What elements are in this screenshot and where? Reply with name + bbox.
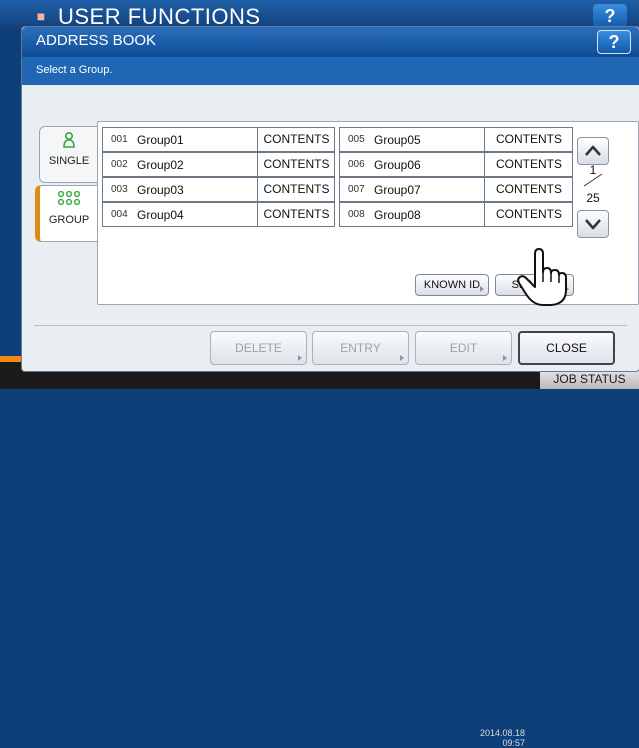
known-id-button[interactable]: KNOWN ID (415, 274, 489, 296)
dialog-help-button[interactable]: ? (597, 30, 631, 54)
arrow-right-icon (298, 355, 302, 361)
page-total: 25 (586, 191, 600, 205)
dialog-title: ADDRESS BOOK (36, 32, 157, 49)
user-functions-icon: ■ (36, 8, 46, 24)
instruction-text: Select a Group. (36, 64, 113, 76)
contents-button[interactable]: CONTENTS (484, 128, 573, 151)
contents-button[interactable]: CONTENTS (484, 203, 573, 226)
tab-group[interactable]: GROUP (35, 185, 98, 242)
group-people-icon (40, 190, 98, 213)
group-row-004[interactable]: 004 Group04 CONTENTS (102, 202, 335, 227)
footer-separator (34, 325, 627, 326)
close-button[interactable]: CLOSE (518, 331, 615, 365)
group-row-006[interactable]: 006 Group06 CONTENTS (339, 152, 573, 177)
group-number: 002 (111, 159, 128, 170)
tab-single[interactable]: SINGLE (39, 126, 98, 183)
group-number: 008 (348, 209, 365, 220)
hand-pointer-icon (517, 248, 567, 306)
app-help-button[interactable]: ? (593, 4, 627, 28)
group-name: Group04 (137, 208, 184, 222)
contents-button[interactable]: CONTENTS (484, 178, 573, 201)
chevron-down-icon (585, 219, 601, 230)
edit-button[interactable]: EDIT (415, 331, 512, 365)
group-number: 006 (348, 159, 365, 170)
delete-button[interactable]: DELETE (210, 331, 307, 365)
instruction-bar: Select a Group. (22, 57, 639, 85)
group-row-003[interactable]: 003 Group03 CONTENTS (102, 177, 335, 202)
group-name: Group06 (374, 158, 421, 172)
group-name: Group03 (137, 183, 184, 197)
group-name: Group07 (374, 183, 421, 197)
group-row-008[interactable]: 008 Group08 CONTENTS (339, 202, 573, 227)
group-name: Group01 (137, 133, 184, 147)
clock-time: 09:57 (502, 738, 526, 748)
single-person-icon (40, 131, 98, 154)
group-name: Group02 (137, 158, 184, 172)
arrow-right-icon (503, 355, 507, 361)
group-row-001[interactable]: 001 Group01 CONTENTS (102, 127, 335, 152)
entry-label: ENTRY (340, 341, 381, 355)
clock: 2014.08.18 09:57 (480, 728, 525, 748)
arrow-right-icon (400, 355, 404, 361)
known-id-label: KNOWN ID (423, 279, 481, 291)
group-name: Group05 (374, 133, 421, 147)
group-row-005[interactable]: 005 Group05 CONTENTS (339, 127, 573, 152)
page-divider-icon (583, 173, 603, 187)
tab-group-label: GROUP (48, 214, 90, 226)
contents-button[interactable]: CONTENTS (257, 178, 335, 201)
job-status-button[interactable]: JOB STATUS (540, 369, 639, 389)
delete-label: DELETE (235, 341, 282, 355)
group-number: 007 (348, 184, 365, 195)
group-number: 005 (348, 134, 365, 145)
dialog-title-bar: ADDRESS BOOK ? (22, 27, 639, 57)
contents-button[interactable]: CONTENTS (257, 153, 335, 176)
page-down-button[interactable] (577, 210, 609, 238)
contents-button[interactable]: CONTENTS (257, 128, 335, 151)
chevron-up-icon (585, 145, 601, 156)
entry-button[interactable]: ENTRY (312, 331, 409, 365)
clock-date: 2014.08.18 (480, 728, 526, 738)
contents-button[interactable]: CONTENTS (484, 153, 573, 176)
group-number: 004 (111, 209, 128, 220)
group-name: Group08 (374, 208, 421, 222)
arrow-right-icon (480, 286, 484, 292)
group-number: 003 (111, 184, 128, 195)
page-up-button[interactable] (577, 137, 609, 165)
group-row-002[interactable]: 002 Group02 CONTENTS (102, 152, 335, 177)
edit-label: EDIT (449, 341, 478, 355)
address-book-dialog: ADDRESS BOOK ? Select a Group. SINGLE GR… (21, 26, 639, 372)
tab-single-label: SINGLE (48, 155, 90, 167)
close-label: CLOSE (546, 341, 587, 355)
group-number: 001 (111, 134, 128, 145)
contents-button[interactable]: CONTENTS (257, 203, 335, 226)
group-row-007[interactable]: 007 Group07 CONTENTS (339, 177, 573, 202)
